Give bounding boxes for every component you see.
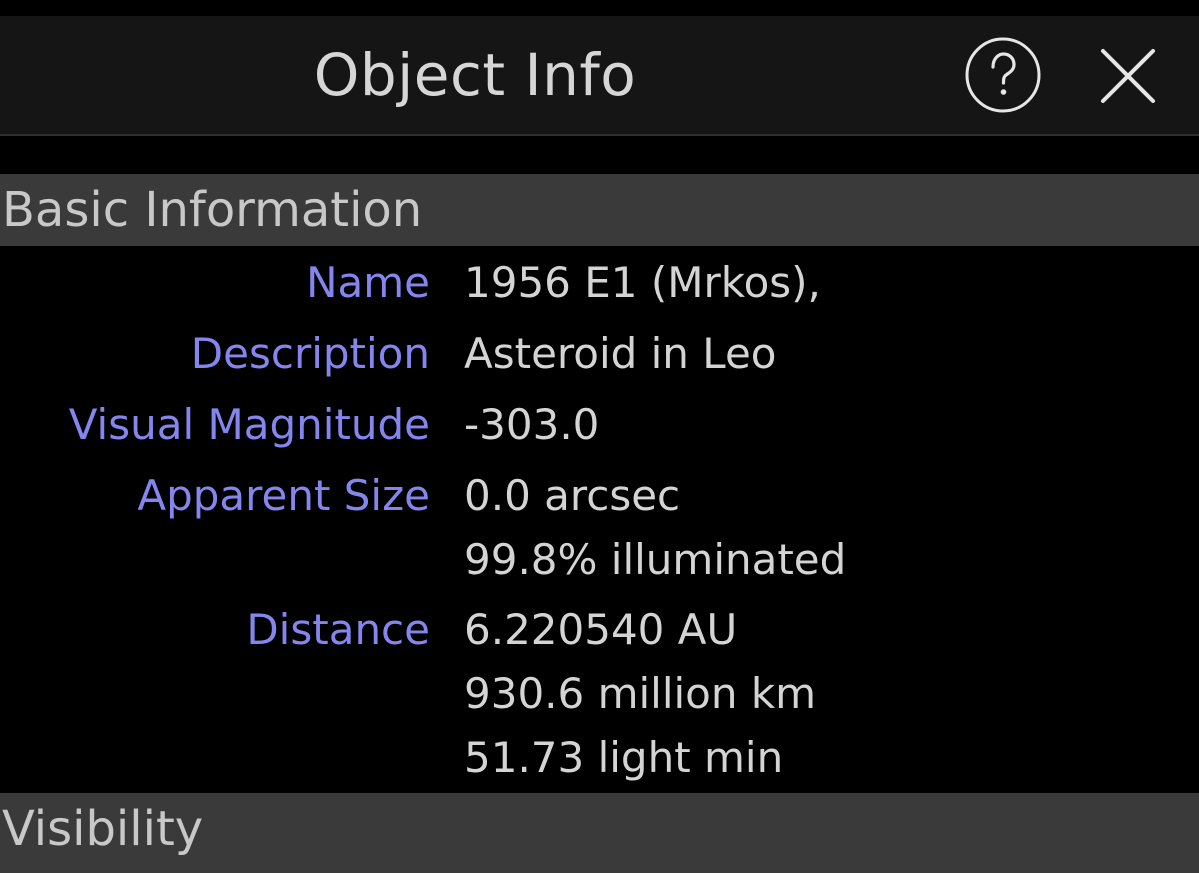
title-bar: Object Info <box>0 16 1199 136</box>
section-basic-information[interactable]: Basic Information <box>0 174 1199 246</box>
info-row-distance: Distance 6.220540 AU 930.6 million km 51… <box>0 597 1199 791</box>
page-title: Object Info <box>313 41 637 109</box>
info-row-visual-magnitude: Visual Magnitude -303.0 <box>0 392 1199 458</box>
row-value: 1956 E1 (Mrkos), <box>464 258 821 307</box>
question-circle-icon <box>965 37 1041 113</box>
row-label: Distance <box>246 605 430 654</box>
close-button[interactable] <box>1090 38 1166 114</box>
info-row-name: Name 1956 E1 (Mrkos), <box>0 250 1199 316</box>
row-label: Description <box>190 329 430 378</box>
info-row-description: Description Asteroid in Leo <box>0 321 1199 387</box>
close-x-icon <box>1101 49 1155 103</box>
row-value: -303.0 <box>464 400 600 449</box>
row-value: 0.0 arcsec 99.8% illuminated <box>464 471 847 584</box>
row-value: Asteroid in Leo <box>464 329 777 378</box>
row-label: Name <box>306 258 430 307</box>
section-visibility[interactable]: Visibility <box>0 793 1199 873</box>
section-title: Visibility <box>2 801 204 857</box>
help-button[interactable] <box>964 36 1042 114</box>
section-title: Basic Information <box>2 182 423 238</box>
info-row-apparent-size: Apparent Size 0.0 arcsec 99.8% illuminat… <box>0 463 1199 591</box>
row-label: Apparent Size <box>137 471 430 520</box>
row-value: 6.220540 AU 930.6 million km 51.73 light… <box>464 605 817 782</box>
row-label: Visual Magnitude <box>68 400 430 449</box>
